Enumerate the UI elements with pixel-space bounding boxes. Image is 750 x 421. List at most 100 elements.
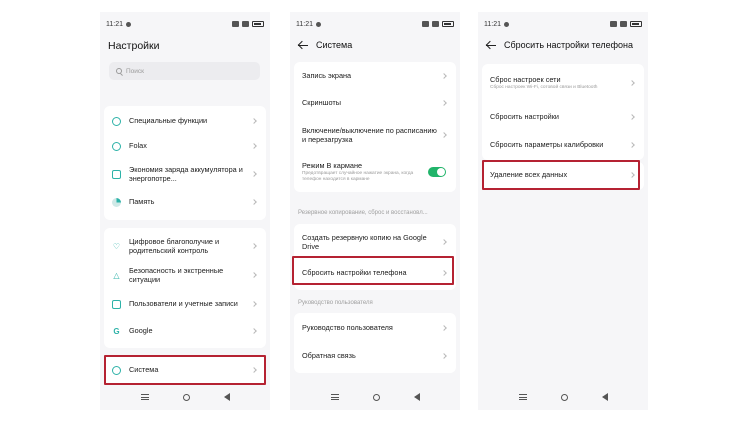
chevron-right-icon [251, 272, 257, 278]
page-title: Сбросить настройки телефона [504, 40, 633, 50]
system-item-user-guide[interactable]: Руководство пользователя [294, 316, 456, 340]
chevron-right-icon [629, 114, 635, 120]
reset-item-network[interactable]: Сброс настроек сети Сброс настроек Wi-Fi,… [482, 66, 644, 100]
menu-icon[interactable] [140, 394, 149, 400]
item-label: Память [129, 197, 155, 207]
system-item-pocket-mode[interactable]: Режим В кармане Предотвращает случайное н… [294, 155, 456, 189]
system-item-google-backup[interactable]: Создать резервную копию на Google Drive [294, 227, 456, 257]
home-icon[interactable] [182, 393, 190, 401]
back-triangle-icon[interactable] [413, 393, 420, 401]
menu-icon[interactable] [330, 394, 339, 400]
folax-icon [112, 141, 121, 151]
chevron-right-icon [629, 142, 635, 148]
home-icon[interactable] [560, 393, 568, 401]
settings-item-folax[interactable]: Folax [104, 135, 266, 157]
warning-triangle-icon: △ [113, 270, 120, 280]
accessibility-icon [112, 116, 121, 126]
system-group-2: Создать резервную копию на Google Drive … [294, 224, 456, 290]
reset-item-erase-all[interactable]: Удаление всех данных [482, 164, 644, 186]
item-label: Руководство пользователя [302, 323, 393, 333]
item-label: Скриншоты [302, 98, 341, 108]
page-title: Настройки [108, 40, 160, 52]
phone-screen-reset: 11:21 Сбросить настройки телефона Сброс … [478, 12, 648, 410]
item-label: Пользователи и учетные записи [129, 299, 238, 309]
page-header: Сбросить настройки телефона [486, 40, 640, 50]
section-label-backup: Резервное копирование, сброс и восстанов… [298, 210, 428, 216]
item-label: Безопасность и экстренные ситуации [129, 265, 224, 284]
google-icon: G [113, 326, 120, 336]
chevron-right-icon [441, 73, 447, 79]
system-group-3: Руководство пользователя Обратная связь [294, 313, 456, 373]
item-label: Специальные функции [129, 116, 208, 126]
item-label: Сбросить настройки [490, 112, 559, 122]
search-input[interactable]: Поиск [109, 62, 260, 80]
pocket-mode-toggle[interactable] [428, 167, 446, 177]
chevron-right-icon [441, 239, 447, 245]
item-label: Экономия заряда аккумулятора и энергопот… [129, 164, 243, 183]
home-icon[interactable] [372, 393, 380, 401]
navigation-bar [100, 390, 270, 404]
page-title: Система [316, 40, 353, 50]
wifi-icon [620, 21, 627, 27]
chevron-right-icon [441, 100, 447, 106]
item-label: Сброс настроек сети [490, 74, 561, 84]
chevron-right-icon [251, 328, 257, 334]
settings-item-battery[interactable]: Экономия заряда аккумулятора и энергопот… [104, 160, 266, 188]
item-label: Удаление всех данных [490, 170, 568, 180]
search-icon [116, 68, 122, 74]
signal-icon [610, 21, 617, 27]
status-time: 11:21 [296, 20, 313, 28]
back-arrow-icon[interactable] [298, 40, 308, 50]
chevron-right-icon [251, 143, 257, 149]
chevron-right-icon [441, 353, 447, 359]
signal-icon [422, 21, 429, 27]
battery-saver-icon [112, 169, 121, 179]
settings-item-system[interactable]: Система [104, 359, 266, 381]
item-label: Сбросить настройки телефона [302, 268, 407, 278]
settings-item-security[interactable]: △ Безопасность и экстренные ситуации [104, 261, 266, 289]
item-label: Сбросить параметры калибровки [490, 140, 604, 150]
back-arrow-icon[interactable] [486, 40, 496, 50]
section-label-guide: Руководство пользователя [298, 300, 373, 306]
settings-group-1: Специальные функции Folax Экономия заряд… [104, 106, 266, 220]
item-label: Запись экрана [302, 71, 352, 81]
system-item-feedback[interactable]: Обратная связь [294, 344, 456, 368]
system-item-schedule-power[interactable]: Включение/выключение по расписанию и пер… [294, 118, 456, 152]
status-bar: 11:21 [296, 18, 454, 30]
settings-item-storage[interactable]: Память [104, 191, 266, 213]
status-time: 11:21 [484, 20, 501, 28]
settings-item-accessibility[interactable]: Специальные функции [104, 110, 266, 132]
battery-icon [252, 21, 264, 27]
notification-icon [316, 21, 321, 27]
notification-icon [504, 21, 509, 27]
reset-item-settings[interactable]: Сбросить настройки [482, 104, 644, 130]
back-triangle-icon[interactable] [223, 393, 230, 401]
system-item-screen-record[interactable]: Запись экрана [294, 64, 456, 88]
chevron-right-icon [251, 199, 257, 205]
reset-item-calibration[interactable]: Сбросить параметры калибровки [482, 132, 644, 158]
chevron-right-icon [251, 243, 257, 249]
chevron-right-icon [251, 171, 257, 177]
item-label: Folax [129, 141, 147, 151]
item-label: Обратная связь [302, 351, 356, 361]
item-label: Режим В кармане [302, 160, 363, 170]
wifi-icon [432, 21, 439, 27]
wifi-icon [242, 21, 249, 27]
chevron-right-icon [441, 325, 447, 331]
chevron-right-icon [629, 172, 635, 178]
chevron-right-icon [251, 118, 257, 124]
settings-group-3: Система [104, 356, 266, 384]
settings-item-google[interactable]: G Google [104, 320, 266, 342]
system-item-reset-phone[interactable]: Сбросить настройки телефона [294, 260, 456, 286]
menu-icon[interactable] [518, 394, 527, 400]
wellbeing-heart-icon: ♡ [112, 241, 121, 251]
battery-icon [630, 21, 642, 27]
settings-item-wellbeing[interactable]: ♡ Цифровое благополучие и родительский к… [104, 232, 266, 260]
system-item-screenshots[interactable]: Скриншоты [294, 91, 456, 115]
reset-group-1: Сброс настроек сети Сброс настроек Wi-Fi,… [482, 64, 644, 160]
page-header: Система [298, 40, 452, 50]
status-bar: 11:21 [484, 18, 642, 30]
chevron-right-icon [441, 132, 447, 138]
back-triangle-icon[interactable] [601, 393, 608, 401]
settings-item-users[interactable]: Пользователи и учетные записи [104, 290, 266, 318]
